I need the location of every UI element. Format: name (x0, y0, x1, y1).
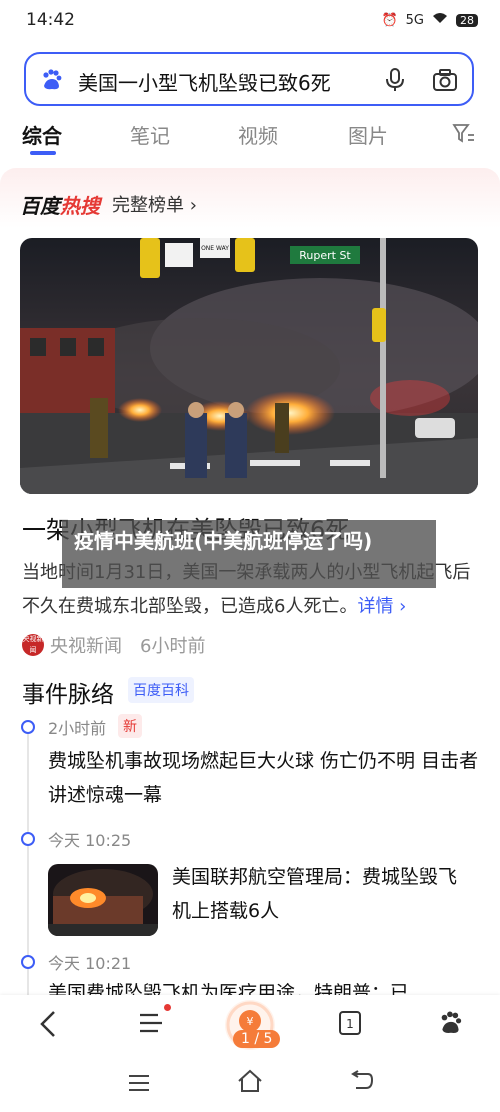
search-box[interactable]: 美国一小型飞机坠毁已致6死 (24, 52, 474, 106)
timeline-time: 今天 10:21 (48, 954, 132, 973)
timeline-dot (21, 832, 35, 846)
baidu-paw-icon (43, 69, 62, 90)
status-icons: ⏰ 5G 28 (381, 12, 478, 28)
source-logo-icon: 央视新闻 (22, 634, 44, 656)
street-sign: Rupert St (299, 249, 351, 262)
baidu-home-icon[interactable] (438, 1010, 464, 1036)
recent-apps-icon[interactable] (128, 1073, 150, 1093)
wifi-icon (432, 12, 448, 28)
news-photo[interactable]: Rupert St ONE WAY (20, 238, 478, 494)
details-link[interactable]: 详情 › (357, 596, 406, 617)
notification-dot (164, 1004, 171, 1011)
new-badge: 新 (118, 714, 142, 738)
menu-icon[interactable] (138, 1010, 164, 1036)
page-counter: 1 / 5 (233, 1030, 281, 1048)
svg-text:1: 1 (346, 1017, 354, 1031)
tab-comprehensive[interactable]: 综合 (22, 120, 62, 149)
signal-label: 5G (405, 12, 424, 28)
tab-video[interactable]: 视频 (238, 120, 278, 149)
news-time: 6小时前 (140, 636, 206, 657)
back-nav-icon[interactable] (350, 1070, 374, 1092)
status-time: 14:42 (26, 10, 75, 30)
baike-badge[interactable]: 百度百科 (128, 677, 194, 703)
alarm-icon: ⏰ (381, 12, 398, 28)
baidu-hot-logo: 百度热搜 (20, 194, 100, 218)
timeline-time: 今天 10:25 (48, 831, 132, 850)
home-icon[interactable] (237, 1069, 263, 1093)
tabs-icon[interactable]: 1 (338, 1010, 362, 1036)
timeline-item-text[interactable]: 美国费城坠毁飞机为医疗用途，特朗普：已 (48, 976, 488, 995)
back-icon[interactable] (36, 1010, 60, 1038)
timeline-time: 2小时前 (48, 719, 107, 738)
tab-notes[interactable]: 笔记 (130, 120, 170, 149)
timeline-title: 事件脉络 (22, 682, 114, 708)
search-input[interactable]: 美国一小型飞机坠毁已致6死 (78, 67, 331, 96)
filter-icon[interactable] (452, 123, 476, 145)
overlay-banner-text: 疫情中美航班(中美航班停运了吗) (74, 529, 373, 553)
timeline-thumbnail[interactable] (48, 864, 158, 936)
camera-icon[interactable] (432, 68, 458, 92)
battery-level: 28 (456, 13, 478, 27)
timeline-item-text[interactable]: 美国联邦航空管理局：费城坠毁飞机上搭载6人 (172, 860, 472, 928)
svg-text:¥: ¥ (247, 1015, 254, 1028)
timeline-dot (21, 955, 35, 969)
tab-images[interactable]: 图片 (348, 120, 388, 149)
status-bar: 14:42 ⏰ 5G 28 (0, 0, 500, 44)
one-way-sign: ONE WAY (201, 245, 229, 252)
timeline-item-text[interactable]: 费城坠机事故现场燃起巨大火球 伤亡仍不明 目击者讲述惊魂一幕 (48, 744, 488, 812)
microphone-icon[interactable] (384, 67, 406, 93)
timeline-dot (21, 720, 35, 734)
news-source[interactable]: 央视新闻 (50, 632, 122, 658)
full-list-link[interactable]: 完整榜单 › (112, 191, 197, 217)
active-tab-indicator (30, 151, 56, 155)
